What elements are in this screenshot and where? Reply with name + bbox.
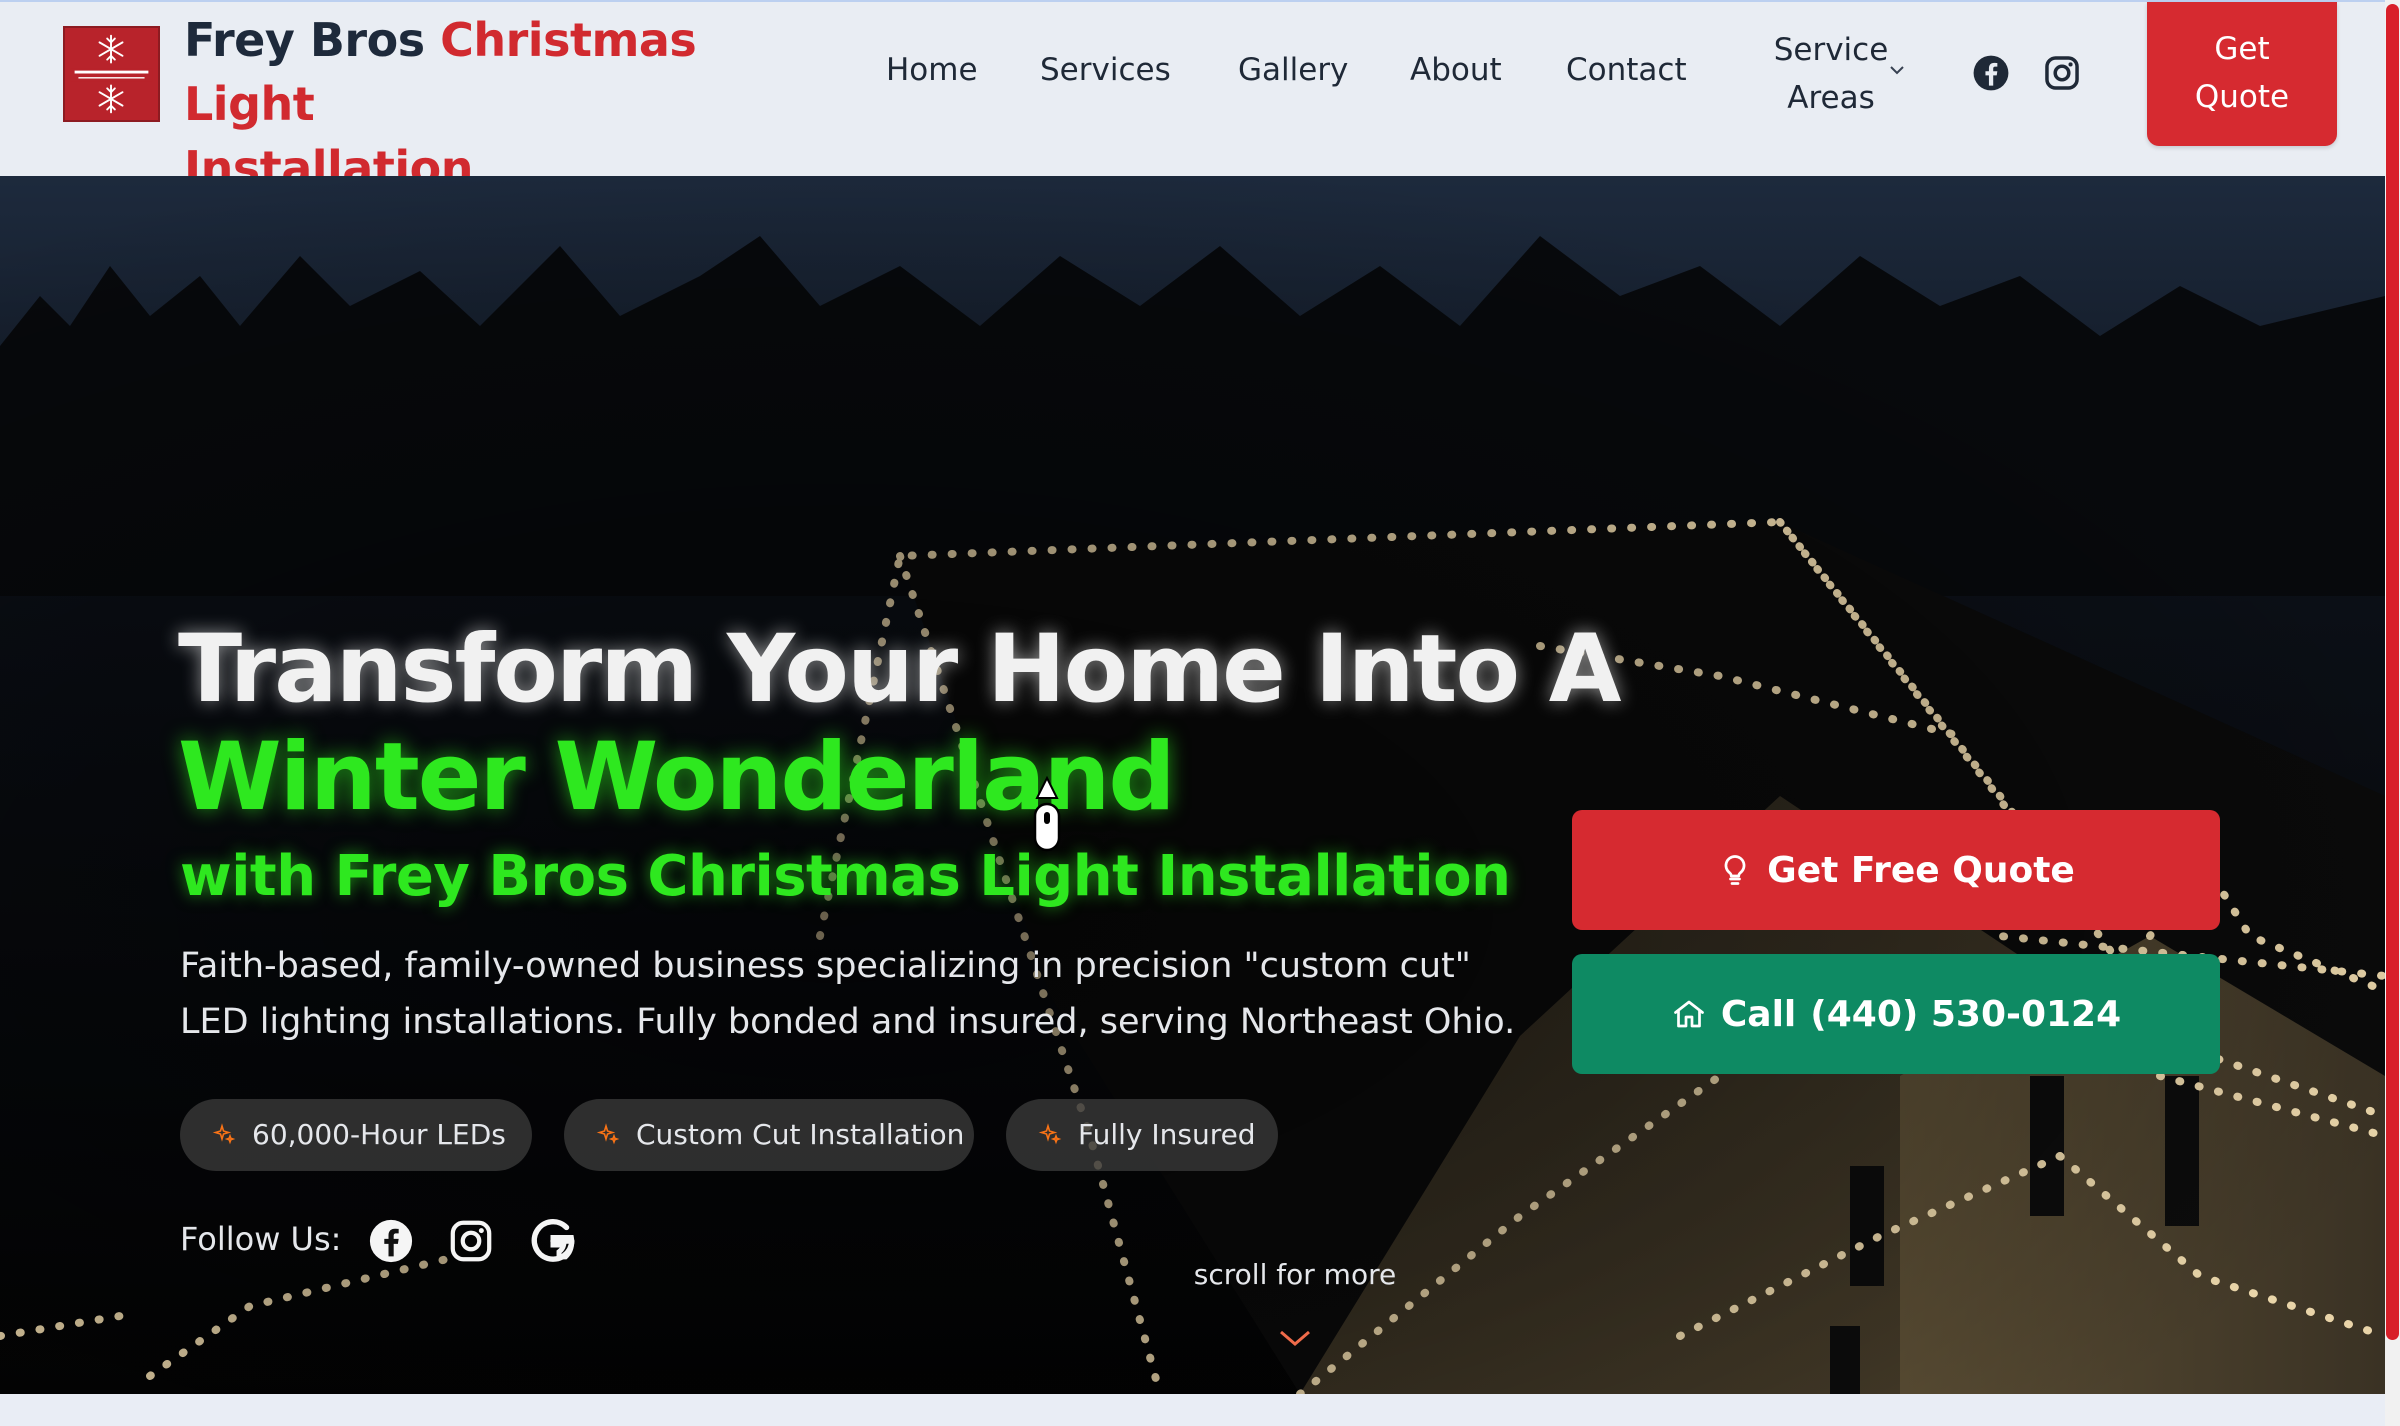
follow-us-label: Follow Us: xyxy=(180,1220,342,1258)
hero-section: Transform Your Home Into A Winter Wonder… xyxy=(0,176,2385,1394)
feature-badge-label: 60,000-Hour LEDs xyxy=(252,1118,506,1151)
chevron-down-icon[interactable] xyxy=(1278,1328,1312,1348)
scroll-for-more-label[interactable]: scroll for more xyxy=(1160,1258,1430,1291)
get-quote-line1: Get xyxy=(2214,31,2270,67)
call-phone-button[interactable]: Call (440) 530-0124 xyxy=(1572,954,2220,1074)
lightbulb-icon xyxy=(1724,855,1746,885)
get-free-quote-label: Get Free Quote xyxy=(1767,849,2075,891)
feature-badge-insured: Fully Insured xyxy=(1006,1099,1278,1171)
brand-name[interactable]: Frey Bros Christmas Light Installation xyxy=(184,8,824,200)
nav-contact[interactable]: Contact xyxy=(1566,52,1687,88)
feature-badge-leds: 60,000-Hour LEDs xyxy=(180,1099,532,1171)
google-icon[interactable] xyxy=(528,1216,578,1266)
chevron-down-icon[interactable] xyxy=(1888,64,1906,76)
nav-gallery[interactable]: Gallery xyxy=(1238,52,1348,88)
hero-description: Faith-based, family-owned business speci… xyxy=(180,946,1516,1042)
next-section-edge xyxy=(0,1394,2385,1426)
feature-badge-label: Custom Cut Installation xyxy=(636,1118,965,1151)
scrollbar-thumb[interactable] xyxy=(2386,4,2399,1340)
facebook-icon[interactable] xyxy=(1972,54,2010,92)
hero-headline-line3: with Frey Bros Christmas Light Installat… xyxy=(180,844,1511,909)
snowflake-logo-icon xyxy=(70,34,153,114)
get-quote-line2: Quote xyxy=(2194,79,2290,115)
call-label: Call xyxy=(1720,993,1797,1035)
brand-name-primary: Frey Bros xyxy=(184,13,425,67)
instagram-icon[interactable] xyxy=(2043,54,2081,92)
sparkle-icon xyxy=(596,1123,620,1145)
site-header: Frey Bros Christmas Light Installation H… xyxy=(0,0,2385,195)
sparkle-icon xyxy=(212,1123,236,1145)
feature-badge-custom-cut: Custom Cut Installation xyxy=(564,1099,974,1171)
sparkle-icon xyxy=(1038,1123,1062,1145)
nav-services[interactable]: Services xyxy=(1040,52,1171,88)
nav-service-areas-line1: Service xyxy=(1773,32,1889,68)
get-quote-button[interactable]: Get Quote xyxy=(2147,2,2337,146)
hero-headline-line1: Transform Your Home Into A xyxy=(178,615,1622,724)
nav-service-areas-dropdown[interactable]: Service Areas xyxy=(1756,26,1906,122)
hero-headline-line2: Winter Wonderland xyxy=(178,723,1176,832)
call-phone-number: (440) 530-0124 xyxy=(1810,993,2122,1035)
get-free-quote-button[interactable]: Get Free Quote xyxy=(1572,810,2220,930)
logo[interactable] xyxy=(63,26,160,122)
nav-about[interactable]: About xyxy=(1410,52,1502,88)
home-icon xyxy=(1674,1000,1704,1028)
nav-service-areas-line2: Areas xyxy=(1787,80,1875,116)
feature-badge-label: Fully Insured xyxy=(1078,1118,1256,1151)
nav-home[interactable]: Home xyxy=(886,52,978,88)
facebook-icon[interactable] xyxy=(368,1218,414,1264)
mouse-cursor-icon xyxy=(1033,776,1061,852)
instagram-icon[interactable] xyxy=(448,1218,494,1264)
